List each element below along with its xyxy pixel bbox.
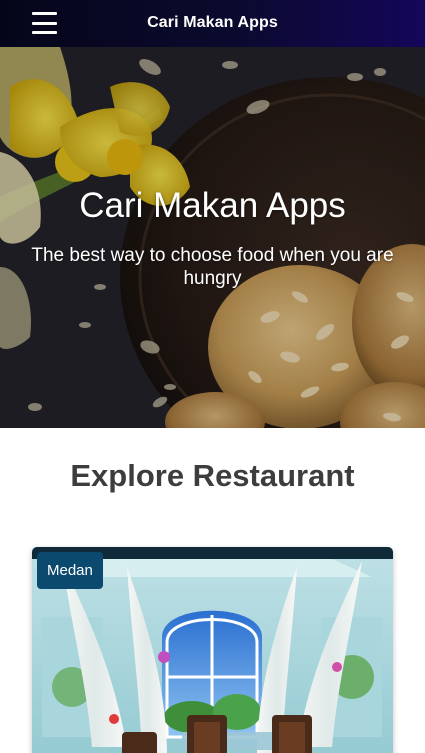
hamburger-line — [32, 12, 57, 15]
hamburger-line — [32, 21, 57, 25]
hamburger-menu-icon[interactable] — [32, 10, 58, 36]
hero-banner: Cari Makan Apps The best way to choose f… — [0, 47, 425, 428]
restaurant-card[interactable]: Medan — [32, 547, 393, 753]
app-title: Cari Makan Apps — [147, 14, 278, 31]
hero-title: Cari Makan Apps — [79, 186, 346, 225]
hero-tagline: The best way to choose food when you are… — [31, 245, 394, 289]
app-root: Cari Makan Apps Cari Makan Apps The best… — [0, 0, 425, 753]
city-badge: Medan — [37, 552, 103, 589]
app-bar: Cari Makan Apps — [0, 0, 425, 47]
hamburger-line — [32, 31, 57, 34]
explore-restaurant-title: Explore Restaurant — [70, 458, 355, 493]
hero-overlay — [0, 47, 425, 428]
